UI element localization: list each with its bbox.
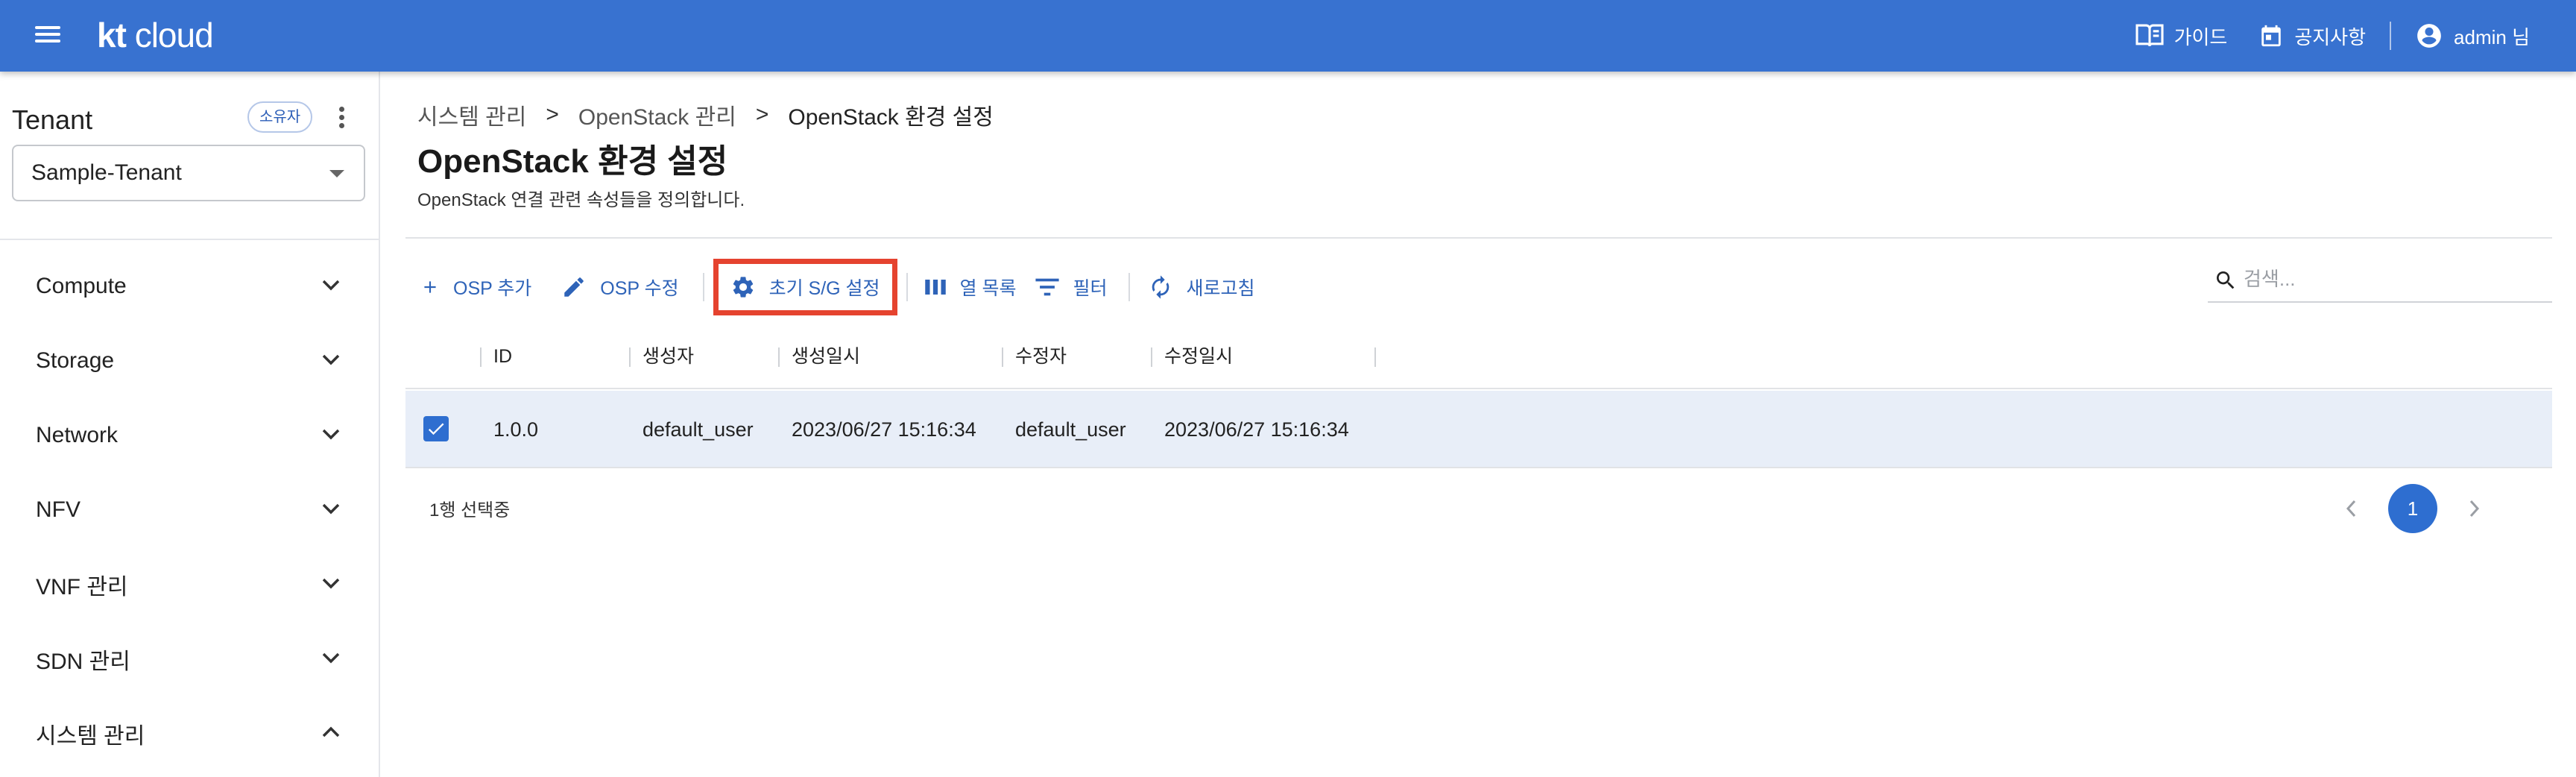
notice-link[interactable]: 공지사항: [2258, 22, 2366, 50]
sidebar-item-label: 시스템 관리: [36, 724, 145, 749]
cell-modified-at: 2023/06/27 15:16:34: [1164, 418, 1349, 441]
sidebar-item-network[interactable]: Network: [0, 398, 379, 473]
chevron-down-icon: [322, 354, 340, 365]
column-resize-handle[interactable]: [1374, 347, 1376, 367]
chevron-left-icon[interactable]: [2333, 490, 2370, 527]
toolbar-divider: [906, 273, 908, 301]
filter-icon: [1035, 278, 1059, 296]
check-icon: [428, 423, 444, 435]
owner-badge: 소유자: [247, 101, 313, 133]
gear-icon: [733, 277, 753, 298]
toolbar-divider: [1128, 273, 1130, 301]
toolbar: OSP 추가 OSP 수정 초기 S/G 설정 열 목록 필터 새로고침: [405, 254, 1270, 321]
guide-label: 가이드: [2174, 25, 2228, 48]
content-divider: [405, 237, 2552, 239]
column-header-modified-at[interactable]: 수정일시: [1151, 324, 1233, 389]
sidebar-item-sdn[interactable]: SDN 관리: [0, 622, 379, 696]
sidebar-item-vnf[interactable]: VNF 관리: [0, 547, 379, 622]
tenant-title: Tenant: [12, 104, 93, 135]
notice-label: 공지사항: [2294, 25, 2367, 48]
plus-icon: [424, 281, 436, 293]
top-app-bar: kt cloud 가이드 공지사항 admin 님: [0, 0, 2576, 72]
pagination: 1: [2333, 483, 2493, 534]
column-header-id[interactable]: ID: [480, 324, 512, 389]
sidebar-item-nfv[interactable]: NFV: [0, 473, 379, 547]
refresh-button[interactable]: 새로고침: [1133, 259, 1270, 315]
filter-label: 필터: [1073, 278, 1108, 299]
chevron-up-icon: [322, 726, 340, 737]
sidebar: Tenant 소유자 Sample-Tenant Compute Storage…: [0, 72, 380, 777]
sidebar-item-label: SDN 관리: [36, 649, 130, 674]
page-description: OpenStack 연결 관련 속성들을 정의합니다.: [417, 190, 745, 210]
book-icon: [2135, 24, 2164, 47]
cell-creator: default_user: [643, 418, 754, 441]
chevron-down-icon: [322, 503, 340, 515]
view-column-icon: [924, 280, 946, 295]
sidebar-item-label: Network: [36, 423, 119, 447]
add-osp-button[interactable]: OSP 추가: [405, 259, 546, 315]
breadcrumb: 시스템 관리 > OpenStack 관리 > OpenStack 환경 설정: [417, 98, 994, 131]
column-header-created-at[interactable]: 생성일시: [778, 324, 860, 389]
init-sg-setting-button[interactable]: 초기 S/G 설정: [713, 259, 897, 315]
init-sg-setting-label: 초기 S/G 설정: [768, 278, 880, 299]
sidebar-item-label: Compute: [36, 274, 127, 298]
row-checkbox[interactable]: [423, 416, 449, 441]
sidebar-item-label: NFV: [36, 497, 80, 522]
chevron-down-icon: [322, 578, 340, 589]
sidebar-item-system[interactable]: 시스템 관리: [0, 696, 379, 771]
refresh-label: 새로고침: [1186, 278, 1255, 299]
sidebar-item-label: Storage: [36, 348, 115, 373]
edit-osp-button[interactable]: OSP 수정: [546, 259, 693, 315]
header-divider: [2390, 22, 2392, 50]
main-content: 시스템 관리 > OpenStack 관리 > OpenStack 환경 설정 …: [380, 72, 2576, 777]
top-actions: 가이드 공지사항 admin 님: [2135, 0, 2530, 72]
tenant-select-value: Sample-Tenant: [31, 160, 182, 185]
breadcrumb-separator: >: [755, 102, 769, 127]
edit-osp-label: OSP 수정: [600, 278, 679, 299]
more-vert-icon[interactable]: [334, 104, 349, 134]
cell-modifier: default_user: [1015, 418, 1126, 441]
tenant-select[interactable]: Sample-Tenant: [12, 145, 365, 201]
sidebar-divider: [0, 239, 379, 240]
chevron-right-icon[interactable]: [2455, 490, 2493, 527]
calendar-icon: [2261, 25, 2282, 47]
page-button-current[interactable]: 1: [2388, 484, 2437, 533]
selection-count: 1행 선택중: [429, 500, 511, 520]
column-header-creator[interactable]: 생성자: [629, 324, 694, 389]
sidebar-item-label: VNF 관리: [36, 575, 128, 600]
guide-link[interactable]: 가이드: [2135, 22, 2228, 50]
user-menu[interactable]: admin 님: [2415, 22, 2530, 50]
menu-icon[interactable]: [33, 22, 63, 49]
page-title: OpenStack 환경 설정: [417, 143, 728, 180]
cell-created-at: 2023/06/27 15:16:34: [792, 418, 976, 441]
breadcrumb-item-current: OpenStack 환경 설정: [788, 105, 994, 130]
column-list-label: 열 목록: [959, 278, 1017, 299]
breadcrumb-item-system[interactable]: 시스템 관리: [417, 98, 526, 131]
column-header-modifier[interactable]: 수정자: [1002, 324, 1067, 389]
chevron-down-icon: [322, 280, 340, 291]
kt-cloud-logo[interactable]: kt cloud: [97, 15, 214, 55]
pencil-icon: [564, 277, 584, 297]
search-box: [2208, 258, 2552, 303]
chevron-down-icon: [322, 652, 340, 664]
table-row[interactable]: 1.0.0 default_user 2023/06/27 15:16:34 d…: [405, 391, 2552, 468]
add-osp-label: OSP 추가: [453, 278, 532, 299]
column-list-button[interactable]: 열 목록: [909, 259, 1032, 315]
table-header: ID 생성자 생성일시 수정자 수정일시: [405, 324, 2552, 389]
search-input[interactable]: [2244, 264, 2542, 294]
breadcrumb-item-openstack[interactable]: OpenStack 관리: [578, 98, 736, 131]
filter-button[interactable]: 필터: [1032, 259, 1123, 315]
refresh-icon: [1152, 275, 1169, 299]
chevron-down-icon: [322, 429, 340, 440]
sidebar-item-storage[interactable]: Storage: [0, 324, 379, 398]
toolbar-divider: [702, 273, 704, 301]
sidebar-item-compute[interactable]: Compute: [0, 249, 379, 324]
dropdown-caret-icon: [329, 170, 344, 177]
breadcrumb-separator: >: [546, 102, 559, 127]
user-label: admin 님: [2454, 25, 2530, 48]
account-icon: [2417, 24, 2441, 48]
cell-id: 1.0.0: [493, 418, 539, 441]
search-icon: [2217, 271, 2235, 289]
